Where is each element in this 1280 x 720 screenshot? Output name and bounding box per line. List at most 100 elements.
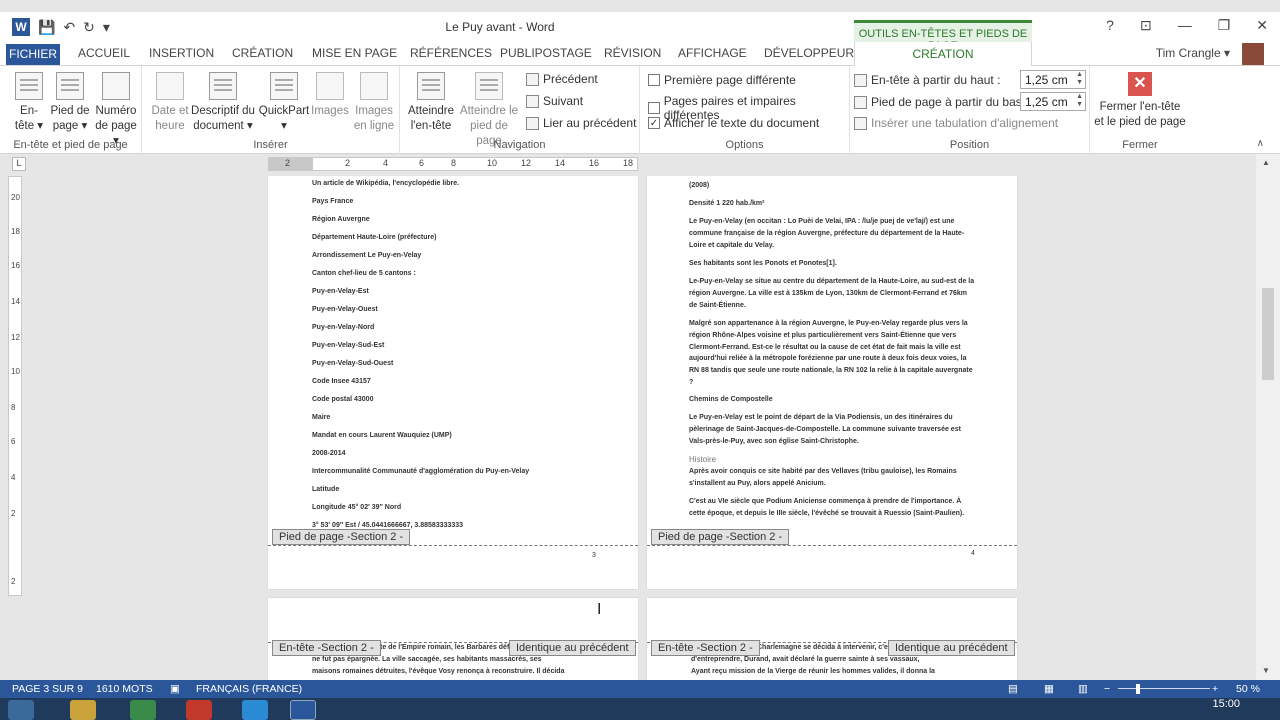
document-paragraph[interactable]: Densité 1 220 hab./km² xyxy=(689,198,977,210)
date-time-button[interactable]: Date et heure xyxy=(150,72,190,134)
header-button[interactable]: En- tête ▾ xyxy=(12,72,46,134)
page-4[interactable]: (2008) Densité 1 220 hab./km² Le Puy-en-… xyxy=(647,176,1017,589)
restore-button[interactable]: ❐ xyxy=(1218,17,1231,34)
document-line[interactable]: Code Insee 43157 xyxy=(312,378,371,385)
document-line[interactable]: Mandat en cours Laurent Wauquiez (UMP) xyxy=(312,432,452,439)
document-paragraph[interactable]: Malgré son appartenance à la région Auve… xyxy=(689,318,977,389)
document-paragraph[interactable]: Le Puy-en-Velay (en occitan : Lo Puèi de… xyxy=(689,216,977,251)
document-line[interactable]: ne fut pas épargnée. La ville saccagée, … xyxy=(312,656,542,663)
help-button[interactable]: ? xyxy=(1106,17,1114,34)
close-header-footer-button[interactable]: ✕ Fermer l'en-tête et le pied de page xyxy=(1092,72,1188,130)
document-paragraph[interactable]: C'est au VIe siècle que Podium Aniciense… xyxy=(689,496,977,520)
language[interactable]: FRANÇAIS (FRANCE) xyxy=(196,683,302,695)
document-line[interactable]: Région Auvergne xyxy=(312,216,370,223)
word-count[interactable]: 1610 MOTS xyxy=(96,683,153,695)
page-count[interactable]: PAGE 3 SUR 9 xyxy=(12,683,83,695)
document-paragraph[interactable]: Le-Puy-en-Velay se situe au centre du dé… xyxy=(689,276,977,311)
document-line[interactable]: Code postal 43000 xyxy=(312,396,373,403)
page-number[interactable]: 3 xyxy=(592,552,596,559)
footer-from-bottom-input[interactable]: 1,25 cm ▲ ▼ xyxy=(1020,92,1086,111)
show-document-text-checkbox[interactable]: ✓ Afficher le texte du document xyxy=(648,116,819,130)
page-6[interactable]: Charlemagne se décida à intervenir, c'es… xyxy=(647,598,1017,680)
document-line[interactable]: Un article de Wikipédia, l'encyclopédie … xyxy=(312,180,459,187)
document-line[interactable]: Puy-en-Velay-Sud-Ouest xyxy=(312,360,393,367)
document-line[interactable]: 3° 53′ 09″ Est / 45.0441666667, 3.885833… xyxy=(312,522,463,529)
spin-arrows-icon[interactable]: ▲ ▼ xyxy=(1076,93,1083,109)
page-number[interactable]: 4 xyxy=(971,550,975,557)
zoom-level[interactable]: 50 % xyxy=(1236,683,1260,695)
tab-accueil[interactable]: ACCUEIL xyxy=(78,46,130,60)
print-layout-icon[interactable]: ▦ xyxy=(1044,683,1054,695)
tab-fichier[interactable]: FICHIER xyxy=(6,44,60,65)
document-line[interactable]: Puy-en-Velay-Sud-Est xyxy=(312,342,384,349)
checkmark-icon[interactable]: ✓ xyxy=(648,117,660,129)
checkbox-unchecked[interactable] xyxy=(648,74,660,86)
tab-references[interactable]: RÉFÉRENCES xyxy=(410,46,492,60)
insert-alignment-tab-button[interactable]: Insérer une tabulation d'alignement xyxy=(854,116,1058,130)
document-paragraph[interactable]: Le Puy-en-Velay est le point de départ d… xyxy=(689,412,977,447)
zoom-out-button[interactable]: − xyxy=(1104,683,1110,695)
tab-publipostage[interactable]: PUBLIPOSTAGE xyxy=(500,46,592,60)
vertical-scrollbar[interactable]: ▲ ▼ xyxy=(1256,154,1280,680)
footer-button[interactable]: Pied de page ▾ xyxy=(48,72,92,134)
document-line[interactable]: d'entreprendre, Durand, avait déclaré la… xyxy=(691,656,920,663)
zoom-slider-thumb[interactable] xyxy=(1136,684,1140,694)
scroll-down-icon[interactable]: ▼ xyxy=(1262,666,1270,675)
tab-selector[interactable]: L xyxy=(12,157,26,171)
document-line[interactable]: 2008-2014 xyxy=(312,450,345,457)
document-line[interactable]: Arrondissement Le Puy-en-Velay xyxy=(312,252,421,259)
minimize-button[interactable]: — xyxy=(1178,17,1192,34)
checkbox-unchecked[interactable] xyxy=(648,102,660,114)
app-icon[interactable] xyxy=(130,700,156,720)
tab-insertion[interactable]: INSERTION xyxy=(149,46,214,60)
document-line[interactable]: Intercommunalité Communauté d'agglomérat… xyxy=(312,468,529,475)
document-line[interactable]: Maire xyxy=(312,414,330,421)
scroll-thumb[interactable] xyxy=(1262,288,1274,380)
section-heading[interactable]: Histoire xyxy=(689,454,977,466)
document-line[interactable]: Ayant reçu mission de la Vierge de réuni… xyxy=(691,668,935,675)
go-to-footer-button[interactable]: Atteindre le pied de page xyxy=(456,72,522,149)
scroll-up-icon[interactable]: ▲ xyxy=(1262,158,1270,167)
document-line[interactable]: Puy-en-Velay-Est xyxy=(312,288,369,295)
tab-creation[interactable]: CRÉATION xyxy=(232,46,293,60)
document-line[interactable]: Longitude 45° 02′ 39″ Nord xyxy=(312,504,401,511)
images-button[interactable]: Images xyxy=(310,72,350,119)
ribbon-display-button[interactable]: ⊡ xyxy=(1140,17,1152,34)
document-paragraph[interactable]: Ses habitants sont les Ponots et Ponotes… xyxy=(689,258,977,270)
close-window-button[interactable]: ✕ xyxy=(1256,17,1268,34)
link-to-previous-button[interactable]: Lier au précédent xyxy=(526,116,636,130)
clock[interactable]: 15:00 xyxy=(1212,698,1240,710)
page-number-button[interactable]: Numéro de page ▾ xyxy=(92,72,140,149)
document-line[interactable]: Puy-en-Velay-Nord xyxy=(312,324,374,331)
page-5[interactable]: Après la chute de l'Empire romain, les B… xyxy=(268,598,638,680)
document-line[interactable]: maisons romaines détruites, l'évêque Vos… xyxy=(312,668,564,675)
read-mode-icon[interactable]: ▤ xyxy=(1008,683,1018,695)
skype-icon[interactable] xyxy=(242,700,268,720)
zoom-slider[interactable] xyxy=(1118,688,1210,689)
proofing-icon[interactable]: ▣ xyxy=(170,683,180,695)
avatar[interactable] xyxy=(1242,43,1264,65)
zoom-in-button[interactable]: + xyxy=(1212,683,1218,695)
ruler-bar[interactable]: 2 2 4 6 8 10 12 14 16 18 xyxy=(268,157,638,171)
user-account[interactable]: Tim Crangle ▾ xyxy=(1156,46,1230,60)
document-line[interactable]: Canton chef-lieu de 5 cantons : xyxy=(312,270,416,277)
quickpart-button[interactable]: QuickPart ▾ xyxy=(258,72,310,134)
document-area[interactable]: Un article de Wikipédia, l'encyclopédie … xyxy=(0,176,1256,680)
go-to-header-button[interactable]: Atteindre l'en-tête xyxy=(404,72,458,134)
explorer-icon[interactable] xyxy=(70,700,96,720)
document-line[interactable]: Pays France xyxy=(312,198,353,205)
collapse-ribbon-icon[interactable]: ∧ xyxy=(1257,138,1264,149)
tab-affichage[interactable]: AFFICHAGE xyxy=(678,46,747,60)
start-icon[interactable] xyxy=(8,700,34,720)
page-3[interactable]: Un article de Wikipédia, l'encyclopédie … xyxy=(268,176,638,589)
horizontal-ruler[interactable]: L 2 2 4 6 8 10 12 14 16 18 xyxy=(0,154,1280,176)
document-paragraph[interactable]: Chemins de Compostelle xyxy=(689,394,977,406)
word-taskbar-icon[interactable] xyxy=(290,700,316,720)
document-info-button[interactable]: Descriptif du document ▾ xyxy=(190,72,256,134)
chrome-icon[interactable] xyxy=(186,700,212,720)
tab-revision[interactable]: RÉVISION xyxy=(604,46,661,60)
tab-developpeur[interactable]: DÉVELOPPEUR xyxy=(764,46,854,60)
tab-creation-header-footer[interactable]: CRÉATION xyxy=(854,42,1032,67)
spin-arrows-icon[interactable]: ▲ ▼ xyxy=(1076,71,1083,87)
document-line[interactable]: Puy-en-Velay-Ouest xyxy=(312,306,378,313)
